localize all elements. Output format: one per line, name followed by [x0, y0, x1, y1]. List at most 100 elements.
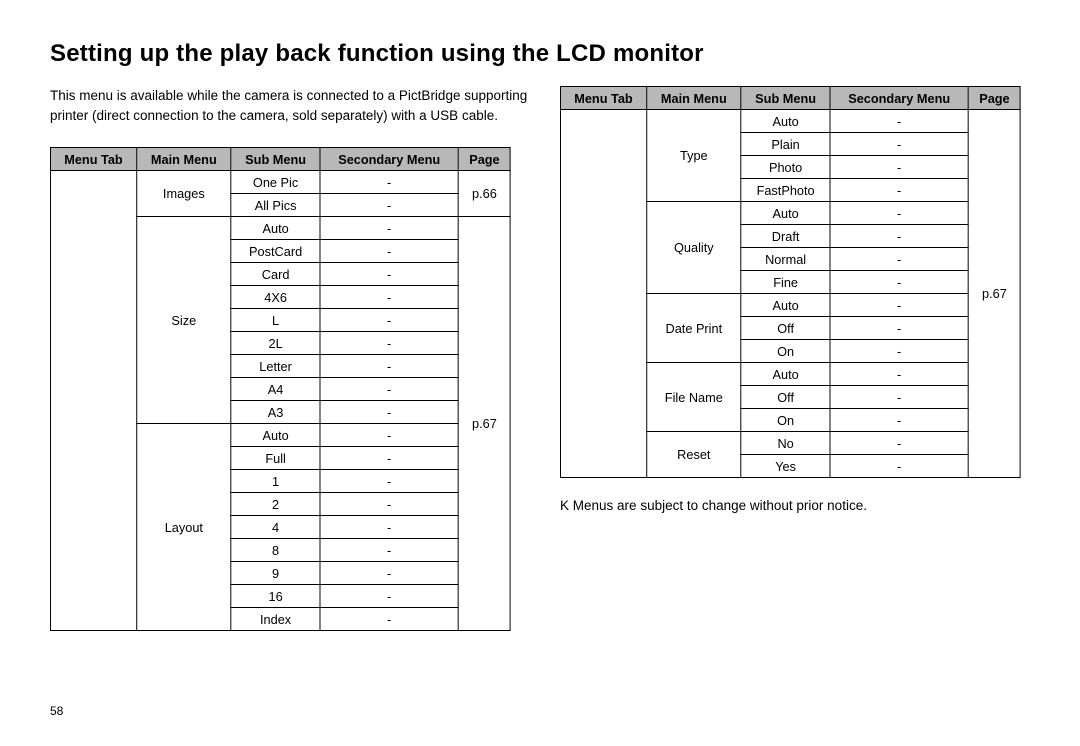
secondary-cell: -	[320, 217, 458, 240]
th-main-menu: Main Menu	[136, 148, 231, 171]
footnote-text: Menus are subject to change without prio…	[573, 498, 867, 513]
table-header-row: Menu Tab Main Menu Sub Menu Secondary Me…	[560, 87, 1020, 110]
th-sub-menu: Sub Menu	[741, 87, 830, 110]
secondary-cell: -	[320, 562, 458, 585]
sub-menu-cell: One Pic	[231, 171, 320, 194]
table-row: Type Auto - p.67	[560, 110, 1020, 133]
secondary-cell: -	[830, 363, 968, 386]
sub-menu-cell: Index	[231, 608, 320, 631]
secondary-cell: -	[320, 286, 458, 309]
sub-menu-cell: 9	[231, 562, 320, 585]
secondary-cell: -	[830, 386, 968, 409]
sub-menu-cell: 16	[231, 585, 320, 608]
sub-menu-cell: 1	[231, 470, 320, 493]
sub-menu-cell: PostCard	[231, 240, 320, 263]
secondary-cell: -	[830, 156, 968, 179]
secondary-cell: -	[320, 516, 458, 539]
sub-menu-cell: 8	[231, 539, 320, 562]
sub-menu-cell: Draft	[741, 225, 830, 248]
menu-table-right: Menu Tab Main Menu Sub Menu Secondary Me…	[560, 86, 1021, 478]
secondary-cell: -	[830, 225, 968, 248]
secondary-cell: -	[320, 447, 458, 470]
main-menu-type: Type	[646, 110, 741, 202]
th-page: Page	[458, 148, 510, 171]
secondary-cell: -	[320, 470, 458, 493]
secondary-cell: -	[320, 378, 458, 401]
secondary-cell: -	[320, 263, 458, 286]
secondary-cell: -	[830, 271, 968, 294]
secondary-cell: -	[830, 340, 968, 363]
main-menu-reset: Reset	[646, 432, 741, 478]
main-menu-size: Size	[136, 217, 231, 424]
sub-menu-cell: Auto	[741, 363, 830, 386]
sub-menu-cell: On	[741, 340, 830, 363]
secondary-cell: -	[320, 194, 458, 217]
page-title: Setting up the play back function using …	[50, 40, 1030, 68]
menu-tab-cell	[560, 110, 646, 478]
sub-menu-cell: Auto	[741, 110, 830, 133]
sub-menu-cell: Full	[231, 447, 320, 470]
sub-menu-cell: All Pics	[231, 194, 320, 217]
secondary-cell: -	[320, 608, 458, 631]
page-cell: p.66	[458, 171, 510, 217]
sub-menu-cell: No	[741, 432, 830, 455]
sub-menu-cell: Fine	[741, 271, 830, 294]
th-menu-tab: Menu Tab	[560, 87, 646, 110]
sub-menu-cell: Yes	[741, 455, 830, 478]
th-main-menu: Main Menu	[646, 87, 741, 110]
th-page: Page	[968, 87, 1020, 110]
secondary-cell: -	[830, 455, 968, 478]
intro-text: This menu is available while the camera …	[50, 86, 530, 125]
main-menu-file-name: File Name	[646, 363, 741, 432]
sub-menu-cell: A4	[231, 378, 320, 401]
secondary-cell: -	[320, 401, 458, 424]
th-sub-menu: Sub Menu	[231, 148, 320, 171]
secondary-cell: -	[320, 355, 458, 378]
th-secondary-menu: Secondary Menu	[320, 148, 458, 171]
footnote: K Menus are subject to change without pr…	[560, 498, 1040, 513]
sub-menu-cell: Auto	[741, 202, 830, 225]
page-cell: p.67	[968, 110, 1020, 478]
sub-menu-cell: 4	[231, 516, 320, 539]
sub-menu-cell: Card	[231, 263, 320, 286]
table-row: Images One Pic - p.66	[50, 171, 510, 194]
sub-menu-cell: Normal	[741, 248, 830, 271]
th-menu-tab: Menu Tab	[50, 148, 136, 171]
main-menu-layout: Layout	[136, 424, 231, 631]
secondary-cell: -	[320, 539, 458, 562]
main-menu-images: Images	[136, 171, 231, 217]
table-header-row: Menu Tab Main Menu Sub Menu Secondary Me…	[50, 148, 510, 171]
sub-menu-cell: Photo	[741, 156, 830, 179]
sub-menu-cell: 2	[231, 493, 320, 516]
secondary-cell: -	[320, 240, 458, 263]
sub-menu-cell: Auto	[741, 294, 830, 317]
secondary-cell: -	[830, 248, 968, 271]
sub-menu-cell: Letter	[231, 355, 320, 378]
secondary-cell: -	[830, 133, 968, 156]
footnote-marker: K	[560, 498, 569, 513]
secondary-cell: -	[830, 432, 968, 455]
secondary-cell: -	[320, 585, 458, 608]
sub-menu-cell: Off	[741, 317, 830, 340]
secondary-cell: -	[320, 171, 458, 194]
menu-tab-cell	[50, 171, 136, 631]
sub-menu-cell: FastPhoto	[741, 179, 830, 202]
sub-menu-cell: L	[231, 309, 320, 332]
sub-menu-cell: 2L	[231, 332, 320, 355]
sub-menu-cell: Plain	[741, 133, 830, 156]
secondary-cell: -	[320, 309, 458, 332]
menu-table-left: Menu Tab Main Menu Sub Menu Secondary Me…	[50, 147, 511, 631]
secondary-cell: -	[320, 424, 458, 447]
sub-menu-cell: Auto	[231, 217, 320, 240]
secondary-cell: -	[830, 294, 968, 317]
page-cell: p.67	[458, 217, 510, 631]
main-menu-quality: Quality	[646, 202, 741, 294]
secondary-cell: -	[830, 409, 968, 432]
secondary-cell: -	[830, 202, 968, 225]
secondary-cell: -	[830, 317, 968, 340]
secondary-cell: -	[830, 110, 968, 133]
sub-menu-cell: A3	[231, 401, 320, 424]
main-menu-date-print: Date Print	[646, 294, 741, 363]
page-number: 58	[50, 704, 63, 718]
sub-menu-cell: On	[741, 409, 830, 432]
